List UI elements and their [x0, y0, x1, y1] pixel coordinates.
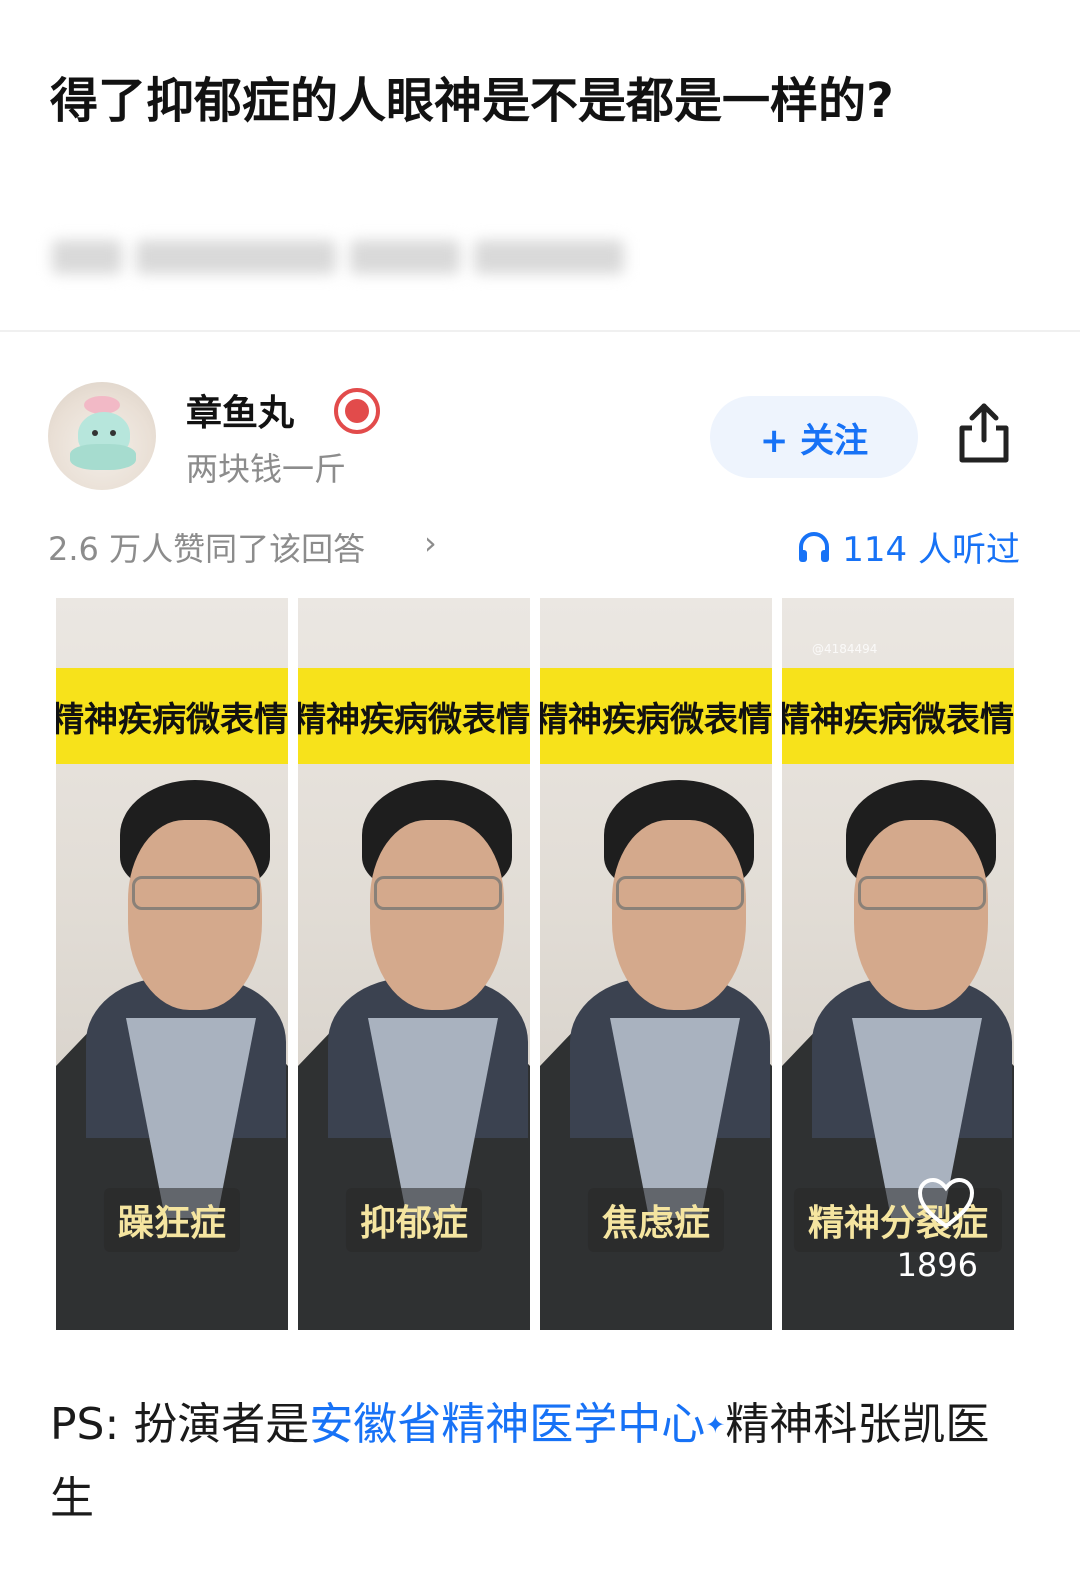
- heart-icon[interactable]: [916, 1176, 976, 1232]
- headphones-icon: [799, 531, 830, 562]
- like-count: 1896: [896, 1246, 978, 1284]
- frame-caption: 焦虑症: [587, 1188, 725, 1252]
- frame-caption: 抑郁症: [345, 1188, 483, 1252]
- avatar[interactable]: [48, 382, 156, 490]
- answer-text: PS: 扮演者是安徽省精神医学中心✦精神科张凯医生: [50, 1388, 1010, 1536]
- blurred-topic-info: [52, 232, 682, 282]
- banner: 精神疾病微表情: [56, 668, 288, 764]
- image-frame: @4184494 精神疾病微表情 精神分裂症 1896: [782, 598, 1014, 1330]
- banner: 精神疾病微表情: [782, 668, 1014, 764]
- stats-row: 2.6 万人赞同了该回答 › 114 人听过: [48, 520, 1020, 570]
- image-frame: 精神疾病微表情 抑郁症: [298, 598, 530, 1330]
- follow-button[interactable]: + 关注: [710, 396, 918, 478]
- frame-caption: 躁狂症: [103, 1188, 241, 1252]
- verified-badge-icon: [334, 388, 380, 434]
- image-frame: 精神疾病微表情 躁狂症: [56, 598, 288, 1330]
- hospital-link[interactable]: 安徽省精神医学中心: [309, 1399, 705, 1450]
- share-icon[interactable]: [954, 400, 1014, 466]
- banner: 精神疾病微表情: [298, 668, 530, 764]
- author-name[interactable]: 章鱼丸: [186, 384, 294, 436]
- sparkle-icon: ✦: [705, 1411, 726, 1439]
- listen-label: 114 人听过: [842, 530, 1020, 570]
- chevron-right-icon[interactable]: ›: [424, 524, 437, 562]
- ps-prefix: PS: 扮演者是: [50, 1399, 310, 1450]
- answer-image[interactable]: 精神疾病微表情 躁狂症 精神疾病微表情 抑郁症 精神疾病微表情 焦虑症 @418…: [56, 598, 1014, 1330]
- author-row: 章鱼丸 两块钱一斤 + 关注: [48, 382, 1038, 492]
- banner: 精神疾病微表情: [540, 668, 772, 764]
- watermark: @4184494: [812, 642, 878, 656]
- listen-count[interactable]: 114 人听过: [796, 522, 1020, 571]
- image-frame: 精神疾病微表情 焦虑症: [540, 598, 772, 1330]
- author-bio: 两块钱一斤: [186, 450, 347, 488]
- section-divider: [0, 330, 1080, 332]
- likes-count[interactable]: 2.6 万人赞同了该回答: [48, 524, 365, 570]
- question-title: 得了抑郁症的人眼神是不是都是一样的?: [50, 73, 894, 129]
